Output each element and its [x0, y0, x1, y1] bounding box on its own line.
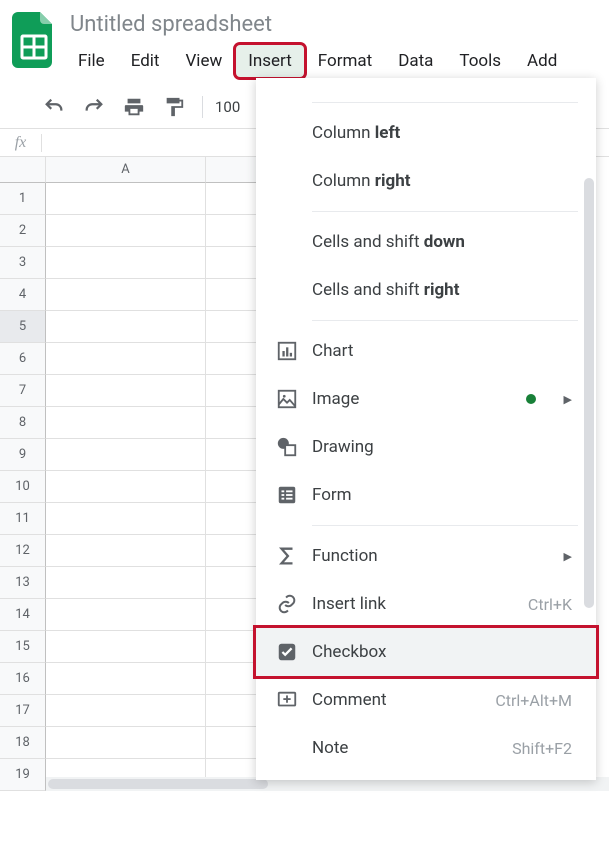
redo-button[interactable]: [74, 89, 114, 125]
menu-divider: [312, 102, 578, 103]
menu-divider: [312, 525, 578, 526]
menu-insert[interactable]: Insert: [236, 45, 304, 77]
cell[interactable]: [46, 343, 206, 375]
row-header[interactable]: 1: [0, 183, 46, 215]
row-header[interactable]: 16: [0, 663, 46, 695]
new-feature-dot: [526, 394, 536, 404]
drawing-icon: [276, 436, 312, 458]
paint-format-button[interactable]: [154, 89, 194, 125]
insert-menu-dropdown: Column left Column right Cells and shift…: [256, 78, 596, 780]
cell[interactable]: [46, 439, 206, 471]
menu-file[interactable]: File: [66, 45, 117, 77]
row-header[interactable]: 13: [0, 567, 46, 599]
cell[interactable]: [46, 279, 206, 311]
cell[interactable]: [46, 727, 206, 759]
menu-bar: File Edit View Insert Format Data Tools …: [66, 45, 609, 77]
row-header[interactable]: 15: [0, 631, 46, 663]
menu-item-chart[interactable]: Chart: [256, 327, 596, 375]
scrollbar-thumb[interactable]: [584, 178, 594, 608]
chevron-right-icon: ▶: [564, 550, 572, 563]
menu-item-comment[interactable]: Comment Ctrl+Alt+M: [256, 676, 596, 724]
menu-item-note[interactable]: Note Shift+F2: [256, 724, 596, 772]
chart-icon: [276, 340, 312, 362]
menu-data[interactable]: Data: [386, 45, 445, 77]
menu-view[interactable]: View: [173, 45, 234, 77]
form-icon: [276, 484, 312, 506]
menu-item-drawing[interactable]: Drawing: [256, 423, 596, 471]
cell[interactable]: [46, 311, 206, 343]
row-header[interactable]: 11: [0, 503, 46, 535]
row-header[interactable]: 18: [0, 727, 46, 759]
row-header[interactable]: 17: [0, 695, 46, 727]
chevron-right-icon: ▶: [564, 393, 572, 406]
undo-button[interactable]: [34, 89, 74, 125]
menu-item-form[interactable]: Form: [256, 471, 596, 519]
menu-item-image[interactable]: Image ▶: [256, 375, 596, 423]
row-header[interactable]: 10: [0, 471, 46, 503]
menu-divider: [312, 211, 578, 212]
cell[interactable]: [46, 663, 206, 695]
row-header[interactable]: 14: [0, 599, 46, 631]
menu-vertical-scrollbar[interactable]: [584, 108, 594, 770]
row-header[interactable]: 12: [0, 535, 46, 567]
cell[interactable]: [46, 535, 206, 567]
menu-item-cells-shift-down[interactable]: Cells and shift down: [256, 218, 596, 266]
menu-edit[interactable]: Edit: [119, 45, 172, 77]
fx-icon: fx: [0, 134, 42, 152]
sigma-icon: [276, 545, 312, 567]
comment-icon: [276, 689, 312, 711]
row-header[interactable]: 4: [0, 279, 46, 311]
cell[interactable]: [46, 695, 206, 727]
menu-format[interactable]: Format: [306, 45, 384, 77]
cell[interactable]: [46, 503, 206, 535]
zoom-selector[interactable]: 100: [211, 98, 244, 116]
menu-item-row-below-partial[interactable]: [256, 78, 596, 96]
row-header[interactable]: 2: [0, 215, 46, 247]
row-header[interactable]: 5: [0, 311, 46, 343]
row-header[interactable]: 9: [0, 439, 46, 471]
document-title[interactable]: Untitled spreadsheet: [66, 10, 609, 39]
row-header[interactable]: 3: [0, 247, 46, 279]
cell[interactable]: [46, 375, 206, 407]
menu-item-insert-link[interactable]: Insert link Ctrl+K: [256, 580, 596, 628]
row-header[interactable]: 6: [0, 343, 46, 375]
row-header[interactable]: 7: [0, 375, 46, 407]
image-icon: [276, 388, 312, 410]
menu-item-column-left[interactable]: Column left: [256, 109, 596, 157]
menu-addons[interactable]: Add: [515, 45, 569, 77]
scrollbar-thumb[interactable]: [48, 779, 268, 789]
sheets-logo-icon: [12, 12, 56, 68]
menu-item-cells-shift-right[interactable]: Cells and shift right: [256, 266, 596, 314]
row-header[interactable]: 19: [0, 759, 46, 791]
cell[interactable]: [46, 183, 206, 215]
cell[interactable]: [46, 247, 206, 279]
menu-item-column-right[interactable]: Column right: [256, 157, 596, 205]
checkbox-icon: [276, 641, 312, 663]
cell[interactable]: [46, 631, 206, 663]
row-header[interactable]: 8: [0, 407, 46, 439]
link-icon: [276, 593, 312, 615]
print-button[interactable]: [114, 89, 154, 125]
select-all-corner[interactable]: [0, 157, 46, 183]
cell[interactable]: [46, 215, 206, 247]
column-header[interactable]: A: [46, 157, 206, 183]
cell[interactable]: [46, 407, 206, 439]
toolbar-separator: [202, 96, 203, 118]
menu-item-function[interactable]: Function ▶: [256, 532, 596, 580]
menu-tools[interactable]: Tools: [447, 45, 513, 77]
cell[interactable]: [46, 471, 206, 503]
menu-divider: [312, 320, 578, 321]
cell[interactable]: [46, 567, 206, 599]
cell[interactable]: [46, 599, 206, 631]
menu-item-checkbox[interactable]: Checkbox: [256, 628, 596, 676]
